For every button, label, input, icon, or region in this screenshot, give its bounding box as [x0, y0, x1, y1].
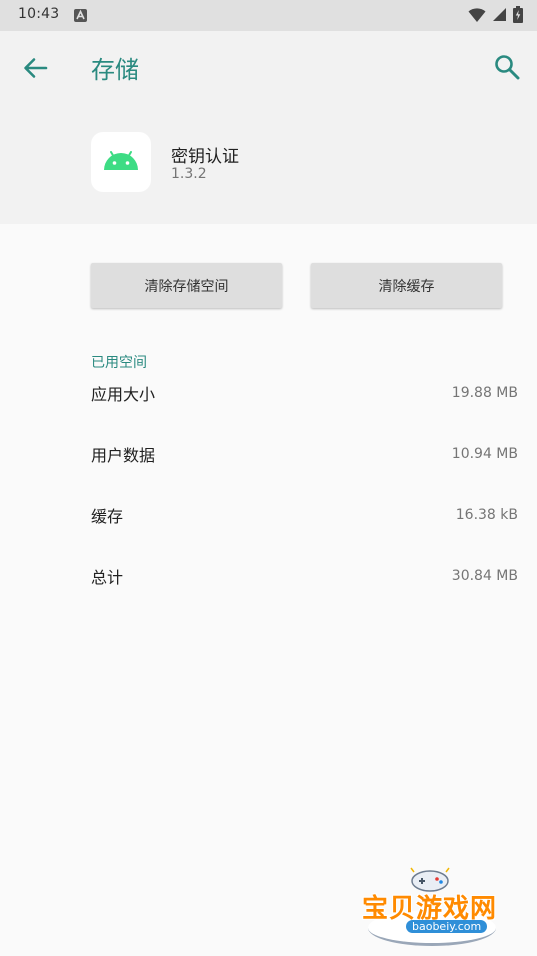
app-header: 存储 密钥认证 1.3.2 [0, 31, 537, 224]
status-time: 10:43 [18, 6, 60, 22]
watermark-logo: 宝贝游戏网 baobeiy.com [360, 862, 505, 948]
arrow-back-icon [20, 58, 50, 87]
app-version: 1.3.2 [171, 166, 207, 182]
notification-a-icon [74, 9, 87, 22]
usage-row-cache: 缓存 16.38 kB [91, 500, 518, 530]
usage-label: 总计 [91, 568, 124, 587]
watermark-url: baobeiy.com [406, 920, 488, 933]
usage-row-app-size: 应用大小 19.88 MB [91, 378, 518, 408]
usage-value: 30.84 MB [451, 568, 518, 584]
search-button[interactable] [492, 52, 522, 82]
battery-charging-icon [513, 6, 523, 27]
app-name: 密钥认证 [171, 147, 239, 167]
search-icon [492, 55, 522, 86]
page-title: 存储 [91, 56, 139, 84]
clear-storage-button[interactable]: 清除存储空间 [91, 263, 282, 308]
android-robot-icon [102, 149, 140, 175]
usage-label: 应用大小 [91, 385, 156, 404]
usage-value: 19.88 MB [451, 385, 518, 401]
signal-icon [492, 7, 507, 26]
usage-label: 缓存 [91, 507, 124, 526]
app-icon [91, 132, 151, 192]
status-icons [468, 6, 523, 27]
section-title-used-space: 已用空间 [91, 355, 147, 371]
storage-screen: 10:43 存储 密钥认证 1.3.2 清除存储空间 清除缓存 已用空间 应用大… [0, 0, 537, 956]
status-bar: 10:43 [0, 0, 537, 31]
back-button[interactable] [20, 53, 50, 83]
clear-cache-button[interactable]: 清除缓存 [311, 263, 502, 308]
usage-row-user-data: 用户数据 10.94 MB [91, 439, 518, 469]
wifi-icon [468, 7, 486, 27]
usage-label: 用户数据 [91, 446, 156, 465]
usage-row-total: 总计 30.84 MB [91, 561, 518, 591]
usage-value: 10.94 MB [451, 446, 518, 462]
usage-value: 16.38 kB [455, 507, 518, 523]
